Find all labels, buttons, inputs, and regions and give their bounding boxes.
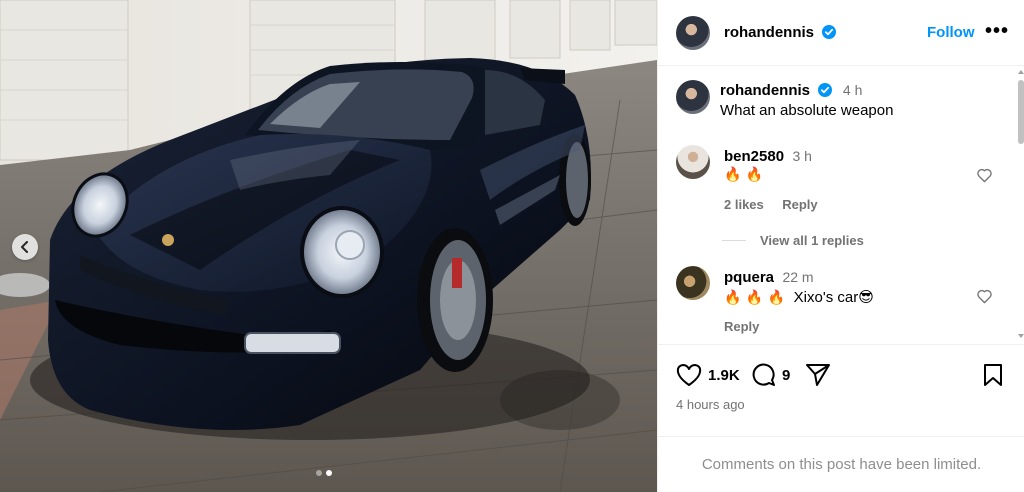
- comment-meta: Reply: [724, 318, 759, 336]
- comments-limited-notice: Comments on this post have been limited.: [658, 436, 1024, 492]
- caption-username[interactable]: rohandennis: [720, 82, 810, 99]
- caption-header: rohandennis 4 h: [720, 82, 862, 100]
- like-count[interactable]: 1.9K: [708, 367, 740, 384]
- posted-time[interactable]: 4 hours ago: [676, 397, 745, 412]
- verified-badge-icon: [818, 83, 833, 97]
- scroll-down-arrow[interactable]: [1018, 334, 1024, 338]
- scroll-up-arrow[interactable]: [1018, 70, 1024, 74]
- comment-avatar[interactable]: [676, 145, 710, 179]
- comment-text: 🔥 🔥: [724, 166, 767, 184]
- heart-icon[interactable]: [976, 289, 993, 304]
- comment-header: pquera 22 m: [724, 269, 814, 287]
- follow-button[interactable]: Follow: [927, 24, 975, 41]
- more-options-icon[interactable]: •••: [985, 20, 1009, 43]
- verified-badge-icon: [822, 25, 837, 39]
- comment-count[interactable]: 9: [782, 367, 790, 384]
- post-side-panel: rohandennis Follow ••• rohandennis 4 h W…: [657, 0, 1024, 492]
- post-photo[interactable]: [0, 0, 657, 492]
- carousel-dot: [316, 470, 322, 476]
- scroll-thumb[interactable]: [1018, 80, 1024, 144]
- comments-scrollbar[interactable]: [1015, 66, 1024, 344]
- comment-bubble-icon[interactable]: [750, 362, 776, 388]
- comment-reply-button[interactable]: Reply: [782, 197, 817, 212]
- view-replies-label: View all 1 replies: [760, 233, 864, 248]
- view-replies-button[interactable]: View all 1 replies: [722, 233, 864, 248]
- comment-username[interactable]: ben2580: [724, 148, 784, 165]
- author-username[interactable]: rohandennis: [724, 24, 814, 41]
- comment-time[interactable]: 3 h: [793, 148, 812, 164]
- bookmark-icon[interactable]: [982, 363, 1004, 387]
- comment-time[interactable]: 22 m: [782, 269, 813, 285]
- porsche-photo: [0, 0, 657, 492]
- comment-emojis: 🔥 🔥 🔥: [724, 290, 786, 306]
- carousel-prev-button[interactable]: [12, 234, 38, 260]
- carousel-dots: [316, 470, 332, 476]
- caption-text: What an absolute weapon: [720, 102, 894, 119]
- comments-list: rohandennis 4 h What an absolute weapon …: [658, 66, 1015, 344]
- author-avatar[interactable]: [676, 16, 710, 50]
- author-name-row: rohandennis: [724, 24, 837, 42]
- comment-text: 🔥 🔥 🔥 Xixo's car😎: [724, 288, 874, 307]
- heart-icon[interactable]: [976, 168, 993, 183]
- caption-time[interactable]: 4 h: [843, 82, 862, 98]
- comment-body: Xixo's car😎: [793, 289, 874, 306]
- comment-meta: 2 likes Reply: [724, 196, 818, 214]
- caption-avatar[interactable]: [676, 80, 710, 114]
- post-actions: 1.9K 9 4 hours ago: [658, 344, 1024, 436]
- comment-header: ben2580 3 h: [724, 148, 812, 166]
- heart-icon[interactable]: [676, 363, 702, 387]
- replies-divider: [722, 240, 746, 241]
- comment-avatar[interactable]: [676, 266, 710, 300]
- comment-emojis: 🔥 🔥: [724, 167, 764, 183]
- comment-username[interactable]: pquera: [724, 269, 774, 286]
- carousel-dot-active: [326, 470, 332, 476]
- comment-likes[interactable]: 2 likes: [724, 197, 764, 212]
- chevron-left-icon: [21, 241, 28, 253]
- post-header: rohandennis Follow •••: [658, 0, 1024, 66]
- paper-plane-icon[interactable]: [805, 363, 831, 387]
- comment-reply-button[interactable]: Reply: [724, 319, 759, 334]
